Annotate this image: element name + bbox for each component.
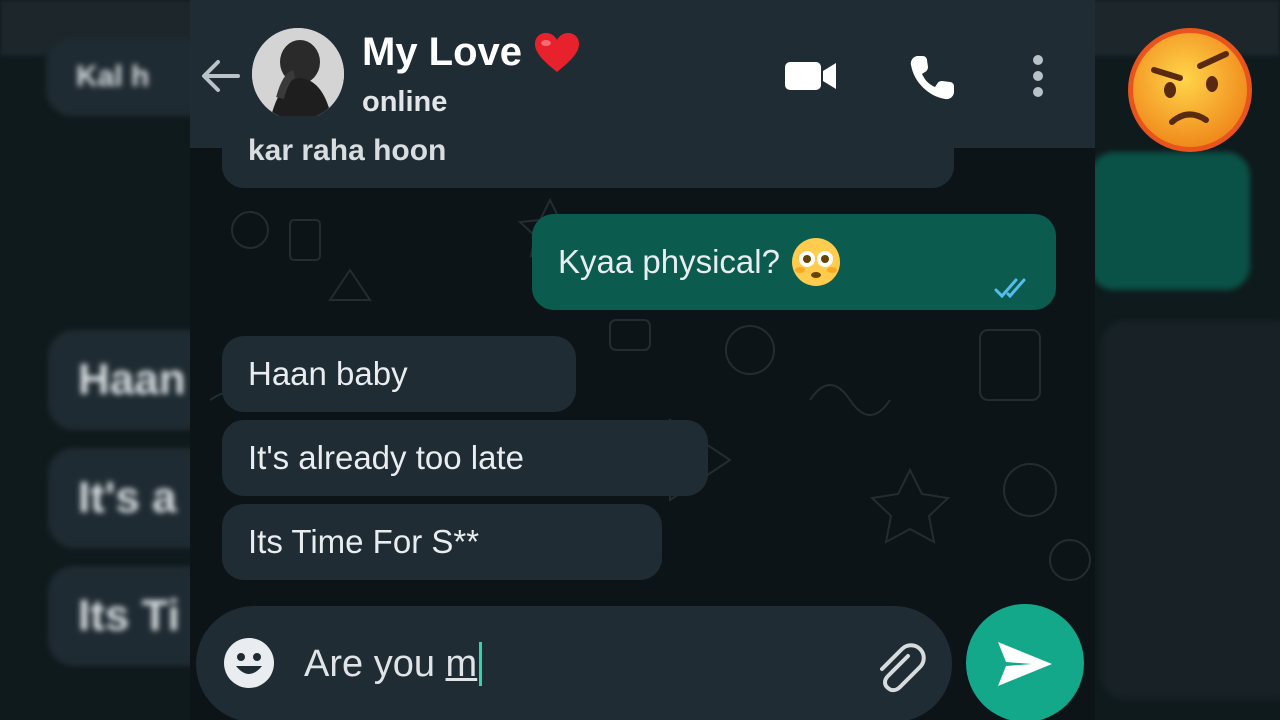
typed-text-tail: m [445,642,478,685]
contact-name-text: My Love [362,30,523,74]
back-arrow-icon[interactable] [198,56,242,96]
contact-name[interactable]: My Love [362,30,580,75]
send-icon [998,642,1052,686]
avatar-image [252,28,344,120]
blurred-right-bubble [1100,320,1280,700]
message-incoming[interactable]: kar raha hoon [222,116,954,188]
heart-emoji [535,32,580,72]
contact-status: online [362,86,448,118]
annoyed-face-emoji [1128,28,1252,152]
message-incoming[interactable]: Haan baby [222,336,576,412]
blurred-outgoing-bubble [1090,152,1250,290]
read-receipt-icon [994,278,1026,299]
message-text: Kyaa physical? [558,243,780,280]
message-incoming[interactable]: Its Time For S** [222,504,662,580]
video-call-icon[interactable] [784,56,838,96]
message-text: kar raha hoon [248,134,447,167]
more-options-icon[interactable] [1026,52,1050,100]
send-button[interactable] [966,604,1084,720]
emoji-icon[interactable] [222,636,276,690]
text-caret [479,642,483,686]
message-text: Haan baby [248,355,408,392]
chat-window: My Love online kar raha hoon Kyaa physic… [190,0,1095,720]
typed-text: Are you [304,642,446,685]
message-incoming[interactable]: It's already too late [222,420,708,496]
message-text: Its Time For S** [248,523,480,560]
message-composer[interactable]: Are you m [196,606,952,720]
phone-call-icon[interactable] [906,52,958,104]
attach-icon[interactable] [868,638,928,698]
message-text: It's already too late [248,439,524,476]
contact-avatar[interactable] [252,28,344,120]
flushed-face-emoji [791,238,840,286]
message-input[interactable]: Are you m [304,642,483,686]
message-outgoing[interactable]: Kyaa physical? [532,214,1056,310]
